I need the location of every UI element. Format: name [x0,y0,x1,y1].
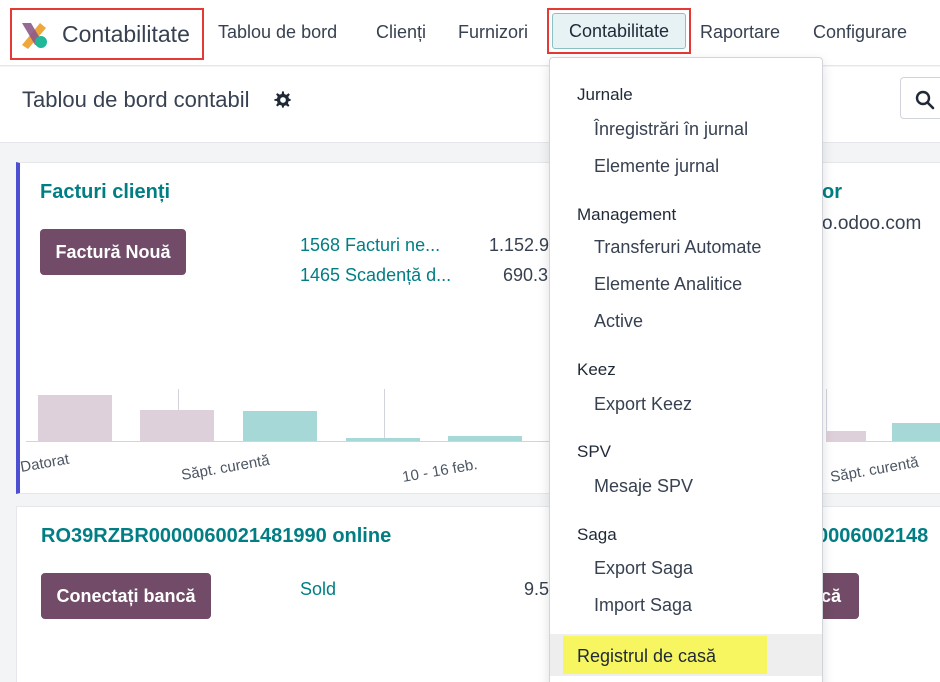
nav-configurare[interactable]: Configurare [813,22,907,43]
menu-section-keez: Keez [577,360,616,379]
nav-contabilitate-label: Contabilitate [552,13,686,49]
chart-gridline [384,389,385,441]
menu-item-import-saga[interactable]: Import Saga [594,595,692,616]
nav-contabilitate[interactable]: Contabilitate [547,8,691,54]
chart-bar-week-1[interactable] [140,410,214,441]
overdue-invoices-link[interactable]: 1465 Scadență d... [300,265,451,286]
gear-icon[interactable] [274,91,292,109]
chart-baseline [26,441,556,442]
unpaid-invoices-link[interactable]: 1568 Facturi ne... [300,235,440,256]
vendor-chart-bar[interactable] [826,431,866,441]
chart-baseline [826,441,940,442]
app-brand[interactable]: Contabilitate [10,8,204,60]
menu-item-inregistrari-jurnal[interactable]: Înregistrări în jurnal [594,119,748,140]
bank-card-title[interactable]: RO39RZBR0000060021481990 online [41,525,391,548]
chart-tick-label: 10 - 16 feb. [401,456,479,486]
nav-tablou-de-bord[interactable]: Tablou de bord [218,22,337,43]
page-title: Tablou de bord contabil [22,87,250,112]
chart-bar-datorat[interactable] [38,395,112,441]
bank-card-2-title-fragment[interactable]: 0006002148 [817,525,928,548]
search-input[interactable] [900,77,940,119]
menu-section-management: Management [577,205,677,224]
nav-raportare[interactable]: Raportare [700,22,780,43]
balance-link[interactable]: Sold [300,579,336,600]
balance-amount: 9.5 [524,579,550,599]
vendor-card-title-fragment[interactable]: or [822,181,842,204]
chart-tick-label: Săpt. curentă [829,453,920,486]
chart-tick-label: Datorat [19,450,71,476]
menu-item-transferuri-automate[interactable]: Transferuri Automate [594,237,761,258]
app-title: Contabilitate [62,20,190,47]
vendor-email-fragment: o.odoo.com [822,213,922,234]
app-logo-icon [22,23,47,49]
menu-item-elemente-jurnal[interactable]: Elemente jurnal [594,156,719,177]
connect-bank-button[interactable]: Conectați bancă [41,573,211,619]
card-title[interactable]: Facturi clienți [40,181,170,204]
menu-item-export-saga[interactable]: Export Saga [594,558,693,579]
nav-furnizori[interactable]: Furnizori [458,22,528,43]
vendor-chart-bar-current[interactable] [892,423,940,441]
menu-section-saga: Saga [577,525,617,544]
contabilitate-dropdown-menu: Jurnale Înregistrări în jurnal Elemente … [549,57,823,682]
menu-section-jurnale: Jurnale [577,85,633,104]
nav-clienti[interactable]: Clienți [376,22,426,43]
menu-item-registrul-de-casa-label: Registrul de casă [577,646,717,666]
menu-item-export-keez[interactable]: Export Keez [594,394,692,415]
unpaid-invoices-amount: 1.152.9 [489,235,550,255]
menu-item-mesaje-spv[interactable]: Mesaje SPV [594,476,693,497]
menu-section-spv: SPV [577,442,612,461]
menu-item-elemente-analitice[interactable]: Elemente Analitice [594,274,742,295]
menu-item-active[interactable]: Active [594,311,643,332]
chart-bar-current-week[interactable] [243,411,317,441]
chart-tick-label: Săpt. curentă [180,451,271,484]
new-invoice-button[interactable]: Factură Nouă [40,229,186,275]
search-icon [915,90,935,110]
overdue-invoices-amount: 690.3 [503,265,549,285]
